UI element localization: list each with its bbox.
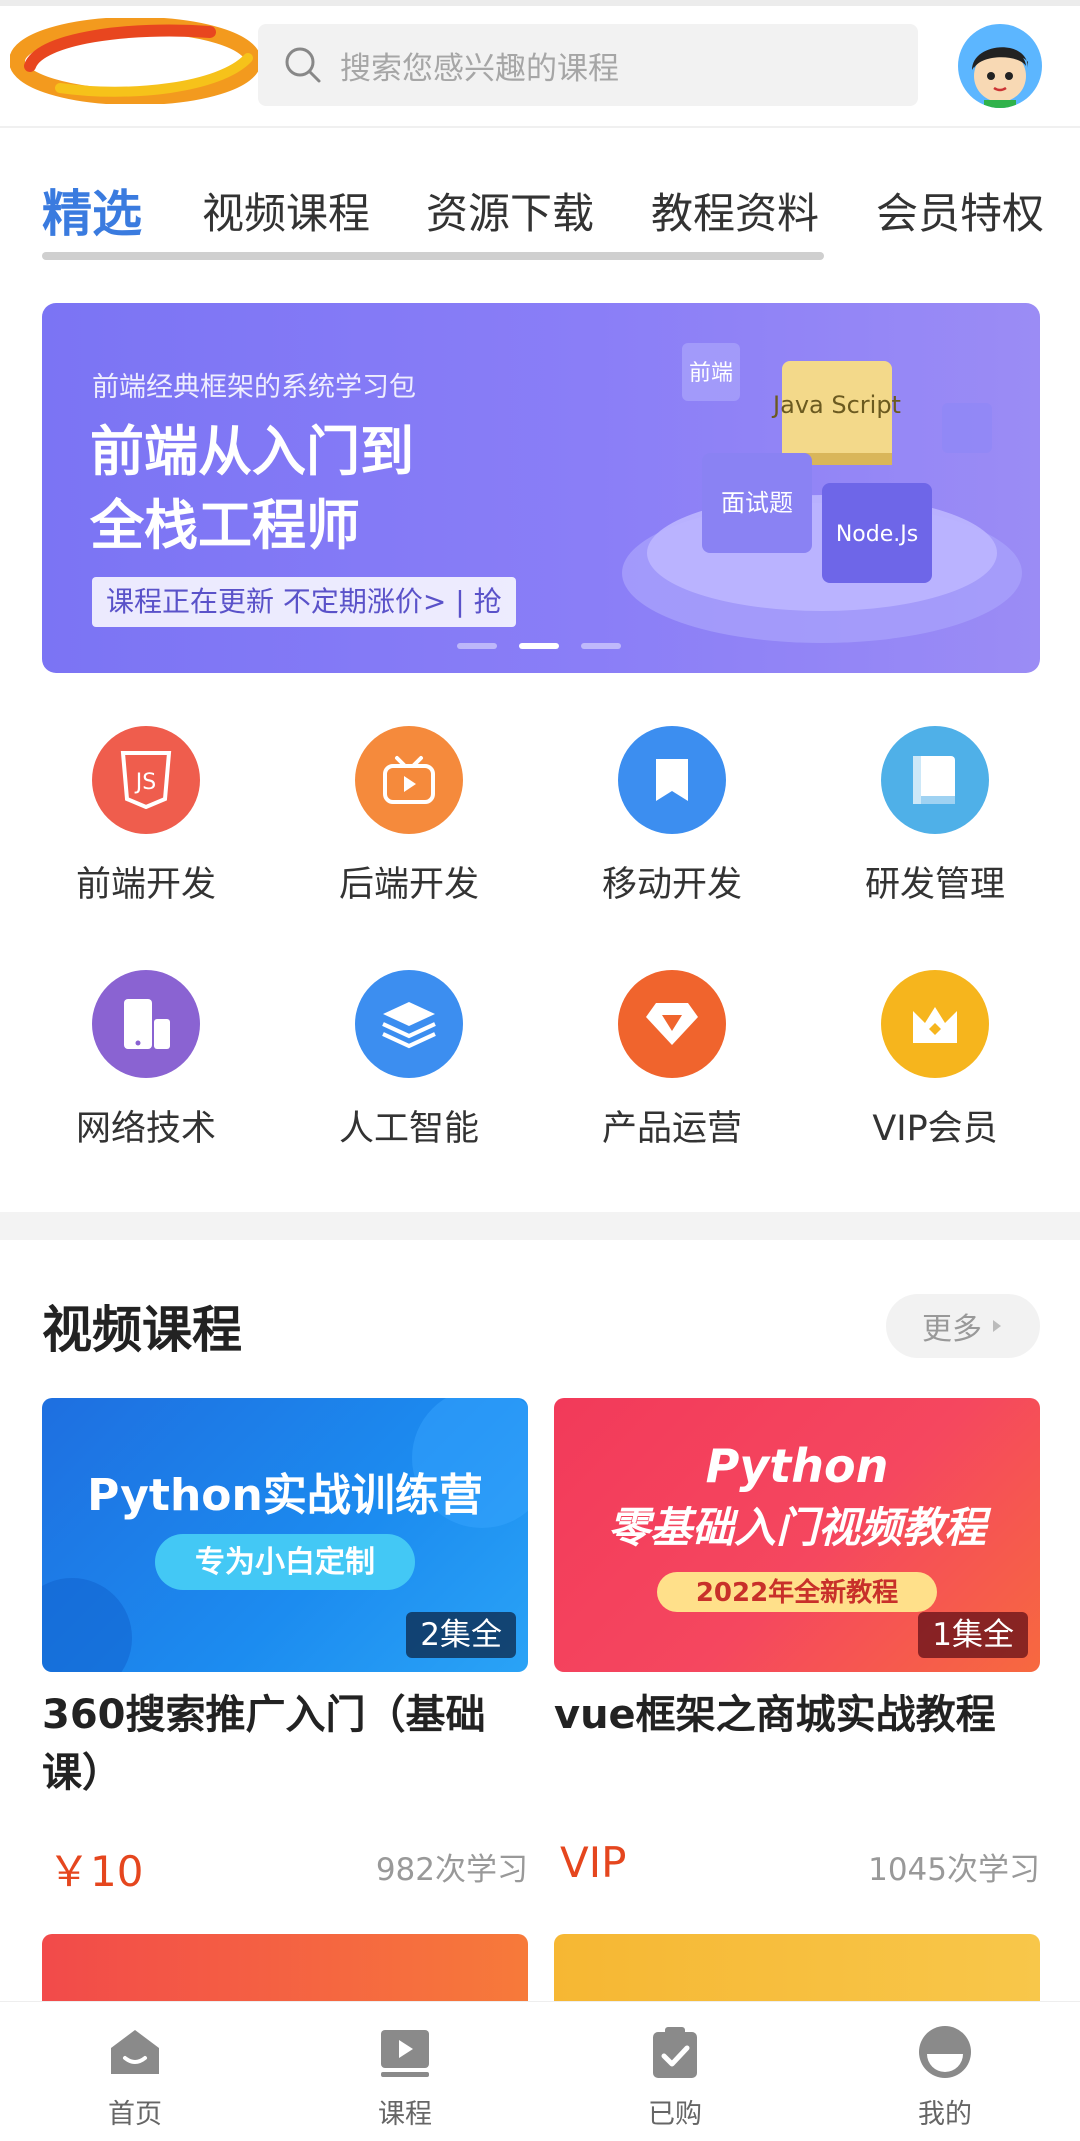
course-thumbnail: Python 零基础入门视频教程 2022年全新教程 1集全 [554,1398,1040,1672]
category-tabs: 精选 视频课程 资源下载 教程资料 会员特权 [0,160,1080,270]
banner-subtitle: 前端经典框架的系统学习包 [92,372,416,403]
bookmark-icon [618,726,726,834]
more-label: 更多 [922,1312,982,1347]
nav-home[interactable]: 首页 [65,2024,205,2131]
book-icon [881,726,989,834]
category-ai[interactable]: 人工智能 [309,970,509,1151]
home-icon [111,2030,159,2074]
nav-purchased[interactable]: 已购 [605,2024,745,2131]
course-title[interactable]: 360搜索推广入门（基础课） [42,1686,528,1802]
category-mobile[interactable]: 移动开发 [572,726,772,907]
category-backend[interactable]: 后端开发 [309,726,509,907]
banner-dot[interactable] [581,643,621,649]
episode-badge: 1集全 [918,1612,1028,1658]
thumbnail-title-line2: 零基础入门视频教程 [608,1503,992,1552]
clipboard-check-icon [653,2027,697,2078]
diamond-icon [618,970,726,1078]
nav-label: 我的 [918,2099,972,2130]
banner-dot[interactable] [457,643,497,649]
course-card[interactable]: Python实战训练营 专为小白定制 2集全 360搜索推广入门（基础课） ￥1… [42,1398,528,1898]
video-icon [381,2030,429,2077]
category-networking[interactable]: 网络技术 [46,970,246,1151]
brand-logo[interactable] [10,18,260,104]
devices-icon [92,970,200,1078]
banner-cubes-illustration: 前端 Java Script 面试题 Node.Js [622,343,1022,643]
play-tv-icon [355,726,463,834]
thumbnail-subtitle: 2022年全新教程 [696,1577,898,1608]
js-icon: JS [92,726,200,834]
tabs-scrollbar [42,252,824,260]
section-title: 视频课程 [42,1301,242,1359]
episode-badge: 2集全 [406,1612,516,1658]
thumbnail-title: Python [706,1439,889,1493]
promo-banner[interactable]: 前端经典框架的系统学习包 前端从入门到 全栈工程师 课程正在更新 不定期涨价> … [42,303,1040,673]
user-avatar[interactable] [958,24,1042,108]
cube-label-frontend: 前端 [689,361,733,386]
tab-tutorial-materials[interactable]: 教程资料 [651,180,819,241]
banner-title-line1: 前端从入门到 [90,420,414,483]
course-learn-count: 1045次学习 [868,1852,1040,1888]
category-vip-membership[interactable]: VIP会员 [835,970,1035,1151]
crown-icon [881,970,989,1078]
more-button[interactable]: 更多 [886,1294,1040,1358]
course-title[interactable]: vue框架之商城实战教程 [554,1686,1040,1744]
search-bar[interactable]: 搜索您感兴趣的课程 [258,24,918,106]
cube-label-javascript: Java Script [771,391,901,419]
nav-label: 课程 [378,2099,432,2130]
course-price: VIP [560,1838,627,1887]
banner-title-line2: 全栈工程师 [90,494,360,557]
category-frontend[interactable]: JS 前端开发 [46,726,246,907]
category-label: 后端开发 [338,865,479,905]
banner-title: 前端从入门到 全栈工程师 [90,415,414,563]
cube-label-nodejs: Node.Js [836,522,918,547]
tab-video-courses[interactable]: 视频课程 [202,180,370,241]
category-rd-management[interactable]: 研发管理 [835,726,1035,907]
layers-icon [355,970,463,1078]
thumbnail-subtitle: 专为小白定制 [195,1545,375,1580]
category-label: 移动开发 [601,865,742,905]
nav-label: 已购 [648,2099,702,2130]
category-label: 前端开发 [75,865,216,905]
thumbnail-title: Python实战训练营 [87,1470,483,1521]
banner-cta[interactable]: 课程正在更新 不定期涨价> | 抢 [92,577,516,627]
category-label: 人工智能 [338,1109,479,1149]
tab-resource-download[interactable]: 资源下载 [426,180,594,241]
section-divider [0,1212,1080,1240]
course-learn-count: 982次学习 [375,1852,528,1888]
chevron-right-icon [993,1320,1001,1332]
avatar-face-icon [972,47,1028,108]
tab-featured[interactable]: 精选 [42,174,142,246]
nav-courses[interactable]: 课程 [335,2024,475,2131]
nav-profile[interactable]: 我的 [875,2024,1015,2131]
top-bar: 搜索您感兴趣的课程 [0,0,1080,128]
profile-icon [919,2026,971,2078]
category-label: 网络技术 [75,1109,216,1149]
category-label: VIP会员 [872,1109,998,1149]
nav-label: 首页 [108,2099,162,2130]
category-product-operations[interactable]: 产品运营 [572,970,772,1151]
search-icon [285,47,321,83]
search-placeholder: 搜索您感兴趣的课程 [340,50,619,87]
course-thumbnail: Python实战训练营 专为小白定制 2集全 [42,1398,528,1672]
tab-member-privileges[interactable]: 会员特权 [876,180,1044,241]
category-label: 产品运营 [601,1109,742,1149]
banner-pagination [457,643,621,649]
course-price: ￥10 [48,1847,144,1896]
svg-text:JS: JS [134,770,156,795]
cube-label-interview: 面试题 [721,489,793,517]
banner-dot-active[interactable] [519,643,559,649]
course-card[interactable]: Python 零基础入门视频教程 2022年全新教程 1集全 vue框架之商城实… [554,1398,1040,1898]
category-label: 研发管理 [864,865,1005,905]
bottom-navigation: 首页 课程 已购 我的 [0,2001,1080,2141]
